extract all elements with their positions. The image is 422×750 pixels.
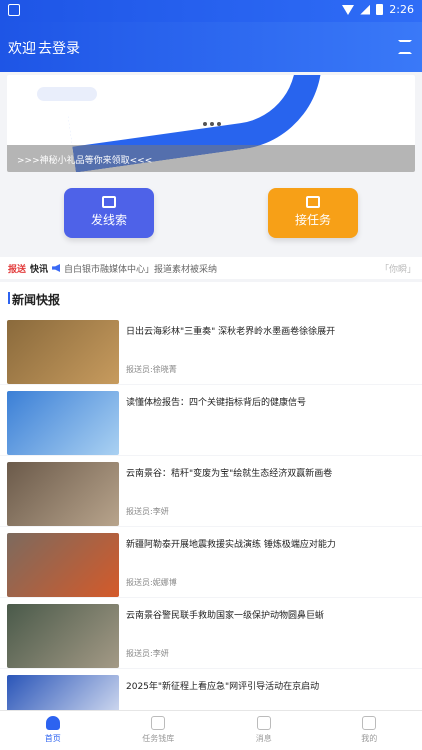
news-item[interactable]: 日出云海彩林"三重奏" 深秋老界岭水墨画卷徐徐展开 报送员:徐晓菁 <box>0 314 422 384</box>
tab-profile-label: 我的 <box>361 734 378 743</box>
news-thumbnail <box>7 320 119 384</box>
news-title: 日出云海彩林"三重奏" 深秋老界岭水墨画卷徐徐展开 <box>126 327 336 337</box>
status-time: 2:26 <box>389 3 414 16</box>
tab-tasks[interactable]: 任务钱库 <box>106 711 212 750</box>
clipboard-icon <box>306 196 320 208</box>
news-title: 2025年"新征程上看应急"网评引导活动在京启动 <box>126 682 320 692</box>
section-title: 新闻快报 <box>0 282 422 314</box>
status-bar: 2:26 <box>0 0 422 22</box>
tab-home[interactable]: 首页 <box>0 711 106 750</box>
welcome-text: 欢迎 <box>8 41 36 57</box>
login-link[interactable]: 去登录 <box>38 38 80 58</box>
news-title: 云南景谷：秸秆"变废为宝"绘就生态经济双赢新画卷 <box>126 469 333 479</box>
bottom-tab-bar: 首页 任务钱库 消息 我的 <box>0 710 422 750</box>
news-thumbnail <box>7 533 119 597</box>
news-item[interactable]: 云南景谷：秸秆"变废为宝"绘就生态经济双赢新画卷 报送员:李妍 <box>0 456 422 526</box>
message-icon <box>256 716 271 730</box>
news-thumbnail <box>7 462 119 526</box>
ticker-tag-flash: 快讯 <box>30 264 49 275</box>
news-thumbnail <box>7 391 119 455</box>
tab-profile[interactable]: 我的 <box>317 711 422 750</box>
tab-home-label: 首页 <box>44 734 61 743</box>
tab-messages-label: 消息 <box>255 734 272 743</box>
news-title: 读懂体检报告：四个关键指标背后的健康信号 <box>126 398 307 408</box>
banner-caption: >>>神秘小礼品等你来领取<<< <box>7 145 415 172</box>
top-header: 欢迎 去登录 <box>0 22 422 72</box>
carousel-indicator <box>203 122 221 126</box>
speaker-icon <box>52 264 61 272</box>
user-icon <box>362 716 377 730</box>
battery-icon <box>376 4 384 15</box>
news-title: 云南景谷警民联手救助国家一级保护动物圆鼻巨蜥 <box>126 611 325 621</box>
app-notification-icon <box>8 4 20 16</box>
news-ticker[interactable]: 报送 快讯 自白银市融媒体中心」报道素材被采纳 「你瞬」 <box>0 257 422 279</box>
submit-clue-button[interactable]: 发线索 <box>64 188 154 238</box>
accept-task-label: 接任务 <box>294 213 331 227</box>
task-icon <box>151 716 166 730</box>
ticker-tag-report: 报送 <box>8 264 27 275</box>
ticker-text: 自白银市融媒体中心」报道素材被采纳 <box>64 264 218 275</box>
accept-task-button[interactable]: 接任务 <box>268 188 358 238</box>
news-reporter: 报送员:李妍 <box>126 507 169 516</box>
news-thumbnail <box>7 604 119 668</box>
tab-tasks-label: 任务钱库 <box>142 734 175 743</box>
news-item[interactable]: 读懂体检报告：四个关键指标背后的健康信号 <box>0 385 422 455</box>
submit-clue-label: 发线索 <box>90 213 127 227</box>
news-reporter: 报送员:徐晓菁 <box>126 365 177 374</box>
banner-carousel[interactable]: >>>神秘小礼品等你来领取<<< <box>7 75 415 172</box>
wifi-icon <box>342 4 355 15</box>
news-item[interactable]: 云南景谷警民联手救助国家一级保护动物圆鼻巨蜥 报送员:李妍 <box>0 598 422 668</box>
news-title: 新疆阿勒泰开展地震救援实战演练 锤炼极端应对能力 <box>126 540 336 550</box>
news-list: 日出云海彩林"三重奏" 深秋老界岭水墨画卷徐徐展开 报送员:徐晓菁读懂体检报告：四… <box>0 314 422 740</box>
home-icon <box>45 716 60 730</box>
news-item[interactable]: 新疆阿勒泰开展地震救援实战演练 锤炼极端应对能力 报送员:妮娜博 <box>0 527 422 597</box>
ticker-more[interactable]: 「你瞬」 <box>380 262 416 275</box>
news-reporter: 报送员:妮娜博 <box>126 578 177 587</box>
clue-icon <box>102 196 116 208</box>
scan-icon[interactable] <box>398 40 412 54</box>
news-reporter: 报送员:李妍 <box>126 649 169 658</box>
signal-icon <box>360 4 371 15</box>
status-icons: 2:26 <box>342 3 414 16</box>
tab-messages[interactable]: 消息 <box>211 711 317 750</box>
